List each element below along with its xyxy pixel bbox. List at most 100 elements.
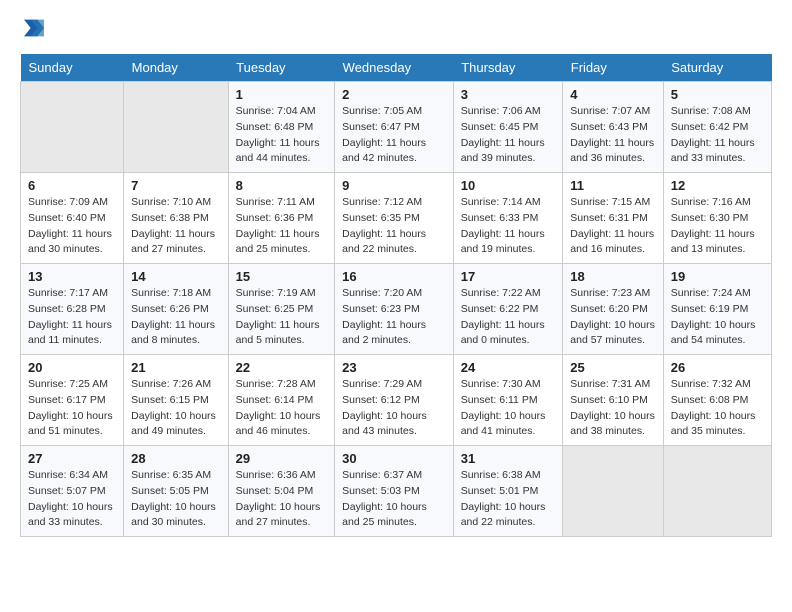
day-number: 25	[570, 360, 655, 375]
day-number: 10	[461, 178, 556, 193]
calendar-week-row: 13 Sunrise: 7:17 AMSunset: 6:28 PMDaylig…	[21, 264, 772, 355]
day-info: Sunrise: 6:37 AMSunset: 5:03 PMDaylight:…	[342, 469, 427, 528]
page-header	[20, 20, 772, 38]
day-number: 24	[461, 360, 556, 375]
calendar-week-row: 1 Sunrise: 7:04 AMSunset: 6:48 PMDayligh…	[21, 82, 772, 173]
day-number: 21	[131, 360, 221, 375]
day-info: Sunrise: 6:38 AMSunset: 5:01 PMDaylight:…	[461, 469, 546, 528]
calendar-cell: 22 Sunrise: 7:28 AMSunset: 6:14 PMDaylig…	[228, 355, 335, 446]
day-number: 20	[28, 360, 116, 375]
day-number: 17	[461, 269, 556, 284]
calendar-cell: 21 Sunrise: 7:26 AMSunset: 6:15 PMDaylig…	[124, 355, 229, 446]
calendar-cell: 2 Sunrise: 7:05 AMSunset: 6:47 PMDayligh…	[335, 82, 454, 173]
day-number: 30	[342, 451, 446, 466]
day-number: 7	[131, 178, 221, 193]
day-info: Sunrise: 7:05 AMSunset: 6:47 PMDaylight:…	[342, 105, 426, 164]
day-info: Sunrise: 7:24 AMSunset: 6:19 PMDaylight:…	[671, 287, 756, 346]
day-number: 6	[28, 178, 116, 193]
calendar-cell: 6 Sunrise: 7:09 AMSunset: 6:40 PMDayligh…	[21, 173, 124, 264]
day-info: Sunrise: 7:09 AMSunset: 6:40 PMDaylight:…	[28, 196, 112, 255]
calendar-cell: 5 Sunrise: 7:08 AMSunset: 6:42 PMDayligh…	[663, 82, 771, 173]
day-info: Sunrise: 7:22 AMSunset: 6:22 PMDaylight:…	[461, 287, 545, 346]
day-info: Sunrise: 7:07 AMSunset: 6:43 PMDaylight:…	[570, 105, 654, 164]
calendar-cell	[663, 446, 771, 537]
weekday-header: Thursday	[453, 54, 563, 82]
day-number: 28	[131, 451, 221, 466]
day-info: Sunrise: 7:12 AMSunset: 6:35 PMDaylight:…	[342, 196, 426, 255]
calendar-cell: 16 Sunrise: 7:20 AMSunset: 6:23 PMDaylig…	[335, 264, 454, 355]
day-info: Sunrise: 7:11 AMSunset: 6:36 PMDaylight:…	[236, 196, 320, 255]
weekday-header: Friday	[563, 54, 663, 82]
day-number: 31	[461, 451, 556, 466]
day-number: 5	[671, 87, 764, 102]
day-info: Sunrise: 7:28 AMSunset: 6:14 PMDaylight:…	[236, 378, 321, 437]
day-info: Sunrise: 7:25 AMSunset: 6:17 PMDaylight:…	[28, 378, 113, 437]
calendar-cell: 15 Sunrise: 7:19 AMSunset: 6:25 PMDaylig…	[228, 264, 335, 355]
calendar-table: SundayMondayTuesdayWednesdayThursdayFrid…	[20, 54, 772, 537]
calendar-cell	[124, 82, 229, 173]
calendar-cell: 27 Sunrise: 6:34 AMSunset: 5:07 PMDaylig…	[21, 446, 124, 537]
calendar-cell: 17 Sunrise: 7:22 AMSunset: 6:22 PMDaylig…	[453, 264, 563, 355]
day-info: Sunrise: 7:23 AMSunset: 6:20 PMDaylight:…	[570, 287, 655, 346]
calendar-cell: 1 Sunrise: 7:04 AMSunset: 6:48 PMDayligh…	[228, 82, 335, 173]
weekday-header: Wednesday	[335, 54, 454, 82]
calendar-cell: 28 Sunrise: 6:35 AMSunset: 5:05 PMDaylig…	[124, 446, 229, 537]
calendar-cell: 8 Sunrise: 7:11 AMSunset: 6:36 PMDayligh…	[228, 173, 335, 264]
day-number: 11	[570, 178, 655, 193]
day-number: 1	[236, 87, 328, 102]
day-info: Sunrise: 7:30 AMSunset: 6:11 PMDaylight:…	[461, 378, 546, 437]
calendar-week-row: 20 Sunrise: 7:25 AMSunset: 6:17 PMDaylig…	[21, 355, 772, 446]
day-info: Sunrise: 7:26 AMSunset: 6:15 PMDaylight:…	[131, 378, 216, 437]
day-number: 12	[671, 178, 764, 193]
calendar-cell: 4 Sunrise: 7:07 AMSunset: 6:43 PMDayligh…	[563, 82, 663, 173]
calendar-cell: 19 Sunrise: 7:24 AMSunset: 6:19 PMDaylig…	[663, 264, 771, 355]
day-info: Sunrise: 7:08 AMSunset: 6:42 PMDaylight:…	[671, 105, 755, 164]
day-number: 22	[236, 360, 328, 375]
day-info: Sunrise: 7:31 AMSunset: 6:10 PMDaylight:…	[570, 378, 655, 437]
calendar-cell	[563, 446, 663, 537]
logo-arrow-icon	[24, 18, 44, 38]
day-number: 9	[342, 178, 446, 193]
day-number: 16	[342, 269, 446, 284]
calendar-week-row: 27 Sunrise: 6:34 AMSunset: 5:07 PMDaylig…	[21, 446, 772, 537]
calendar-cell: 13 Sunrise: 7:17 AMSunset: 6:28 PMDaylig…	[21, 264, 124, 355]
day-number: 4	[570, 87, 655, 102]
calendar-cell: 25 Sunrise: 7:31 AMSunset: 6:10 PMDaylig…	[563, 355, 663, 446]
day-info: Sunrise: 7:20 AMSunset: 6:23 PMDaylight:…	[342, 287, 426, 346]
weekday-header: Saturday	[663, 54, 771, 82]
weekday-header: Sunday	[21, 54, 124, 82]
day-info: Sunrise: 7:18 AMSunset: 6:26 PMDaylight:…	[131, 287, 215, 346]
day-info: Sunrise: 7:32 AMSunset: 6:08 PMDaylight:…	[671, 378, 756, 437]
day-info: Sunrise: 6:34 AMSunset: 5:07 PMDaylight:…	[28, 469, 113, 528]
logo	[20, 20, 44, 38]
day-number: 8	[236, 178, 328, 193]
day-info: Sunrise: 6:35 AMSunset: 5:05 PMDaylight:…	[131, 469, 216, 528]
calendar-cell: 3 Sunrise: 7:06 AMSunset: 6:45 PMDayligh…	[453, 82, 563, 173]
calendar-cell: 7 Sunrise: 7:10 AMSunset: 6:38 PMDayligh…	[124, 173, 229, 264]
calendar-week-row: 6 Sunrise: 7:09 AMSunset: 6:40 PMDayligh…	[21, 173, 772, 264]
day-number: 23	[342, 360, 446, 375]
day-info: Sunrise: 7:29 AMSunset: 6:12 PMDaylight:…	[342, 378, 427, 437]
calendar-cell: 9 Sunrise: 7:12 AMSunset: 6:35 PMDayligh…	[335, 173, 454, 264]
day-info: Sunrise: 7:14 AMSunset: 6:33 PMDaylight:…	[461, 196, 545, 255]
calendar-cell: 31 Sunrise: 6:38 AMSunset: 5:01 PMDaylig…	[453, 446, 563, 537]
day-info: Sunrise: 7:04 AMSunset: 6:48 PMDaylight:…	[236, 105, 320, 164]
day-info: Sunrise: 7:19 AMSunset: 6:25 PMDaylight:…	[236, 287, 320, 346]
day-number: 29	[236, 451, 328, 466]
calendar-cell: 20 Sunrise: 7:25 AMSunset: 6:17 PMDaylig…	[21, 355, 124, 446]
calendar-cell	[21, 82, 124, 173]
weekday-header: Monday	[124, 54, 229, 82]
day-info: Sunrise: 7:17 AMSunset: 6:28 PMDaylight:…	[28, 287, 112, 346]
calendar-cell: 30 Sunrise: 6:37 AMSunset: 5:03 PMDaylig…	[335, 446, 454, 537]
day-info: Sunrise: 7:10 AMSunset: 6:38 PMDaylight:…	[131, 196, 215, 255]
day-number: 14	[131, 269, 221, 284]
day-number: 15	[236, 269, 328, 284]
calendar-header-row: SundayMondayTuesdayWednesdayThursdayFrid…	[21, 54, 772, 82]
day-info: Sunrise: 7:15 AMSunset: 6:31 PMDaylight:…	[570, 196, 654, 255]
day-info: Sunrise: 7:16 AMSunset: 6:30 PMDaylight:…	[671, 196, 755, 255]
day-number: 19	[671, 269, 764, 284]
day-number: 3	[461, 87, 556, 102]
day-number: 26	[671, 360, 764, 375]
day-number: 13	[28, 269, 116, 284]
day-info: Sunrise: 6:36 AMSunset: 5:04 PMDaylight:…	[236, 469, 321, 528]
